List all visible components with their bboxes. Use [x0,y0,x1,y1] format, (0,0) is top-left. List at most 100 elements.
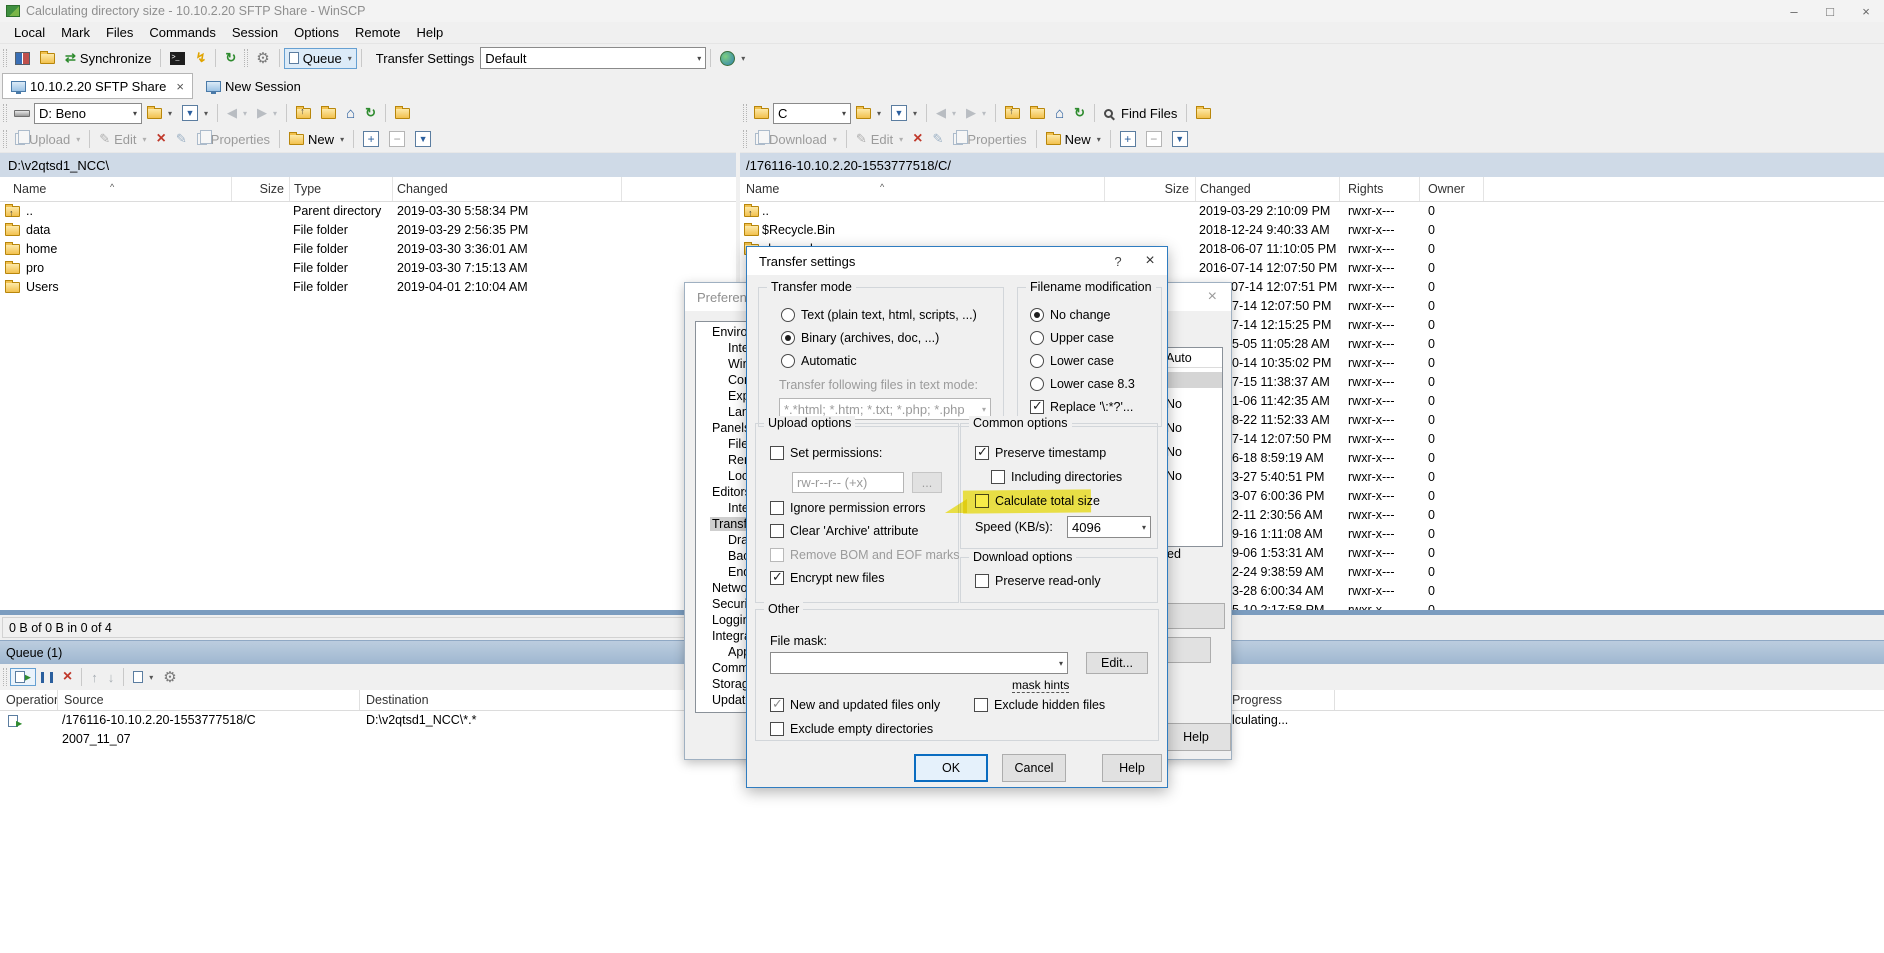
forward-button[interactable] [252,102,282,124]
copy-path-icon[interactable] [390,105,415,122]
home-directory-button[interactable] [341,102,360,125]
tab-close-icon[interactable] [176,79,184,94]
radio-automatic-mode[interactable] [781,354,795,368]
queue-move-down-button[interactable] [103,667,120,688]
queue-col-operation[interactable]: Operation [0,690,58,710]
queue-pause-button[interactable] [36,669,58,686]
col-header-rights[interactable]: Rights [1340,177,1420,201]
commander-panels-icon[interactable] [10,49,35,68]
checkbox-preserve-timestamp[interactable] [975,446,989,460]
tab-session[interactable]: 10.10.2.20 SFTP Share [2,73,193,99]
open-directory-icon[interactable] [142,105,177,122]
queue-move-up-button[interactable] [86,667,103,688]
checkbox-set-permissions[interactable] [770,446,784,460]
col-header-size[interactable]: Size [232,177,290,201]
properties-button[interactable]: Properties [192,129,275,150]
file-row[interactable]: $Recycle.Bin2018-12-24 9:40:33 AMrwxr-x-… [740,221,1884,240]
putty-icon[interactable] [190,47,211,69]
add-filter-plus-button[interactable]: + [358,128,384,150]
new-button[interactable]: New [1041,129,1106,150]
back-button[interactable] [931,102,961,124]
left-drive-select[interactable]: D: Beno [34,103,142,124]
ok-button[interactable]: OK [914,754,988,782]
refresh-session-icon[interactable] [220,47,241,69]
forward-button[interactable] [961,102,991,124]
mask-hints-link[interactable]: mask hints [1012,678,1069,693]
radio-lower-case[interactable] [1030,354,1044,368]
toolbar-grip[interactable] [3,49,7,67]
checkbox-including-directories[interactable] [991,470,1005,484]
minimize-button[interactable] [1776,4,1812,19]
copy-path-icon[interactable] [1191,105,1216,122]
download-button[interactable]: Download [750,129,842,150]
radio-upper-case[interactable] [1030,331,1044,345]
file-row[interactable]: ..Parent directory2019-03-30 5:58:34 PM [0,202,736,221]
tab-new-session[interactable]: New Session [197,73,310,99]
checkbox-new-updated-only[interactable] [770,698,784,712]
radio-no-change[interactable] [1030,308,1044,322]
find-files-button[interactable]: Find Files [1099,103,1182,124]
file-row[interactable]: homeFile folder2019-03-30 3:36:01 AM [0,240,736,259]
menu-local[interactable]: Local [6,25,53,40]
filter-icon[interactable] [886,102,922,124]
menu-commands[interactable]: Commands [141,25,223,40]
upload-sync-icon[interactable] [35,50,60,67]
menu-mark[interactable]: Mark [53,25,98,40]
checkbox-ignore-permission-errors[interactable] [770,501,784,515]
refresh-button[interactable] [360,102,381,124]
col-header-changed[interactable]: Changed [1196,177,1340,201]
file-row[interactable]: dataFile folder2019-03-29 2:56:35 PM [0,221,736,240]
checkbox-replace-chars[interactable] [1030,400,1044,414]
checkbox-encrypt-new-files[interactable] [770,571,784,585]
rename-button[interactable] [171,128,192,150]
root-directory-button[interactable] [316,105,341,122]
open-directory-icon[interactable] [851,105,886,122]
edit-button[interactable]: Edit [851,128,908,150]
transfer-settings-select[interactable]: Default [480,47,706,69]
col-header-owner[interactable]: Owner [1420,177,1484,201]
filter-toggle-button[interactable] [1167,128,1193,150]
parent-directory-button[interactable] [1000,105,1025,122]
dialog-close-icon[interactable] [1133,252,1167,270]
file-mask-input[interactable] [770,652,1068,674]
process-queue-button[interactable] [10,668,36,686]
add-filter-plus-button[interactable]: + [1115,128,1141,150]
file-row[interactable]: ..2019-03-29 2:10:09 PMrwxr-x---0 [740,202,1884,221]
delete-button[interactable] [908,127,927,151]
root-directory-button[interactable] [1025,105,1050,122]
refresh-button[interactable] [1069,102,1090,124]
checkbox-exclude-hidden[interactable] [974,698,988,712]
menu-session[interactable]: Session [224,25,286,40]
col-header-size[interactable]: Size [1105,177,1196,201]
file-row[interactable]: proFile folder2019-03-30 7:15:13 AM [0,259,736,278]
parent-directory-button[interactable] [291,105,316,122]
synchronize-button[interactable]: Synchronize [60,47,156,69]
col-header-type[interactable]: Type [290,177,393,201]
preferences-help-button[interactable]: Help [1161,723,1231,751]
col-header-name[interactable]: Name [740,177,1105,201]
col-header-changed[interactable]: Changed [393,177,622,201]
permissions-more-button[interactable]: ... [912,472,942,493]
permissions-input[interactable]: rw-r--r-- (+x) [792,472,904,493]
properties-button[interactable]: Properties [948,129,1031,150]
remove-filter-minus-button[interactable]: − [1141,128,1167,150]
preferences-close-icon[interactable] [1208,288,1217,306]
menu-files[interactable]: Files [98,25,141,40]
close-button[interactable] [1848,4,1884,19]
menu-remote[interactable]: Remote [347,25,409,40]
queue-col-source[interactable]: Source [58,690,360,710]
home-directory-button[interactable] [1050,102,1069,125]
left-path-bar[interactable]: D:\v2qtsd1_NCC\ [0,152,736,177]
terminal-icon[interactable]: >_ [165,49,190,68]
menu-options[interactable]: Options [286,25,347,40]
filter-icon[interactable] [177,102,213,124]
queue-button[interactable]: Queue [284,48,357,69]
cancel-button[interactable]: Cancel [1002,754,1066,782]
help-button[interactable]: Help [1102,754,1162,782]
queue-settings-gear-icon[interactable] [158,665,181,689]
queue-delete-button[interactable] [58,665,77,689]
file-mask-edit-button[interactable]: Edit... [1086,652,1148,674]
radio-lower-case-83[interactable] [1030,377,1044,391]
file-row[interactable]: UsersFile folder2019-04-01 2:10:04 AM [0,278,736,297]
right-path-bar[interactable]: /176116-10.10.2.20-1553777518/C/ [740,152,1884,177]
